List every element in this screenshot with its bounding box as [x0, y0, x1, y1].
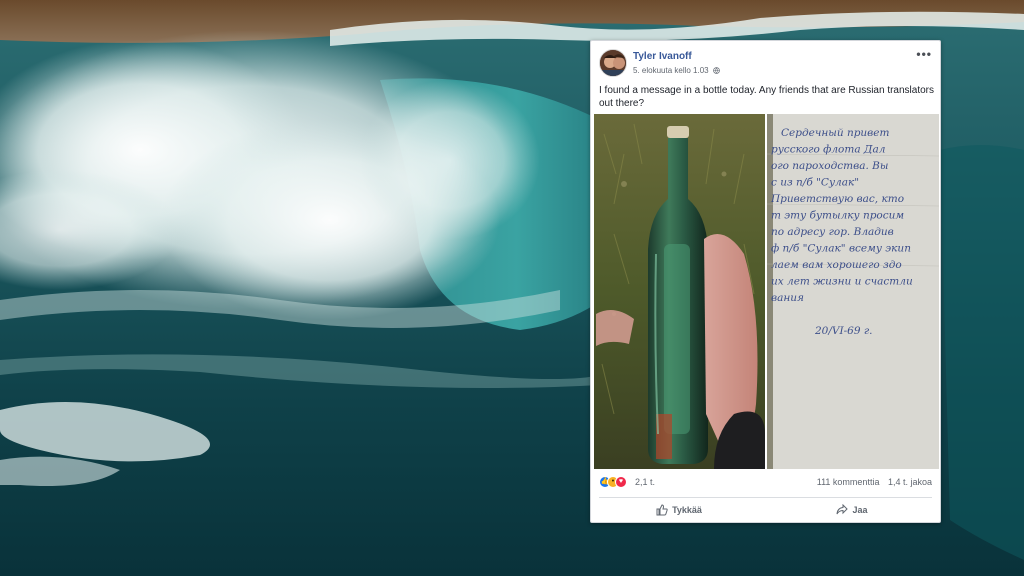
timestamp-text[interactable]: 5. elokuuta kello 1.03	[633, 66, 709, 75]
reaction-icons[interactable]: 👍 • ♥	[599, 476, 627, 490]
letter-line: ого пароходства. Вы	[771, 160, 888, 172]
letter-line: ф п/б "Сулак" всему экип	[771, 243, 911, 255]
letter-line: Сердечный привет	[781, 127, 890, 139]
letter-line: лаем вам хорошего здо	[771, 259, 902, 271]
like-button[interactable]: Tykkää	[599, 501, 759, 519]
thumbs-up-icon	[656, 504, 668, 516]
letter-line: русского флота Дал	[771, 144, 885, 156]
share-arrow-icon	[836, 504, 849, 515]
letter-line: с из п/б "Сулак"	[771, 177, 859, 189]
bottle-photo[interactable]	[594, 114, 765, 469]
post-header: Tyler Ivanoff 5. elokuuta kello 1.03 •••	[599, 47, 932, 79]
facebook-post-card: Tyler Ivanoff 5. elokuuta kello 1.03 •••…	[590, 40, 941, 523]
comment-count[interactable]: 111 kommenttia	[817, 477, 880, 487]
letter-line: их лет жизни и счастли	[771, 276, 913, 288]
globe-icon	[712, 67, 720, 74]
more-options-icon[interactable]: •••	[916, 47, 932, 61]
like-button-label: Tykkää	[672, 505, 702, 515]
reactions-bar: 👍 • ♥ 2,1 t. 111 kommenttia 1,4 t. jakoa	[599, 476, 932, 490]
post-actions: Tykkää Jaa	[599, 501, 932, 519]
letter-line: по адресу гор. Владив	[771, 226, 894, 238]
avatar[interactable]	[599, 49, 627, 77]
share-count[interactable]: 1,4 t. jakoa	[888, 477, 932, 487]
letter-line: Приветствую вас, кто	[770, 193, 904, 205]
author-name[interactable]: Tyler Ivanoff	[633, 51, 692, 62]
letter-line: вания	[771, 292, 804, 304]
letter-line: 20/VI-69 г.	[814, 325, 873, 337]
letter-line: т эту бутылку просим	[771, 210, 904, 222]
photo-grid: Сердечный привет русского флота Дал ого па…	[592, 114, 941, 469]
divider	[599, 497, 932, 498]
share-button[interactable]: Jaa	[772, 501, 932, 519]
reaction-count[interactable]: 2,1 t.	[635, 477, 655, 487]
post-stats: 111 kommenttia 1,4 t. jakoa	[817, 477, 932, 487]
love-icon: ♥	[615, 476, 627, 488]
post-timestamp[interactable]: 5. elokuuta kello 1.03	[633, 66, 720, 75]
share-button-label: Jaa	[852, 505, 868, 515]
letter-photo[interactable]: Сердечный привет русского флота Дал ого па…	[767, 114, 939, 469]
post-message: I found a message in a bottle today. Any…	[599, 85, 935, 109]
